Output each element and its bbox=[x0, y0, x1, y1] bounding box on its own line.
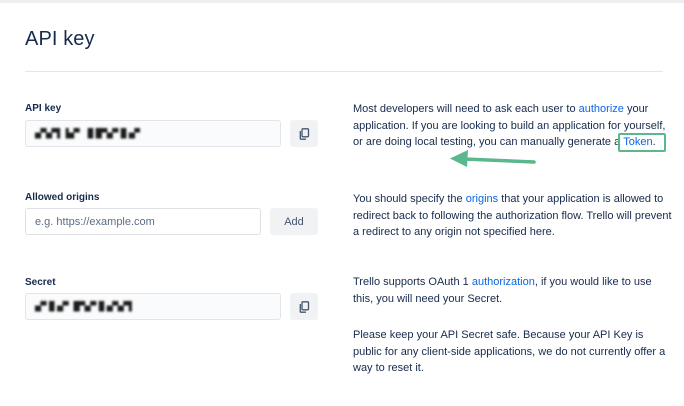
authorize-link[interactable]: authorize bbox=[579, 103, 624, 115]
allowed-origins-field[interactable] bbox=[25, 208, 261, 235]
api-key-label: API key bbox=[25, 103, 62, 114]
token-highlight: Token. bbox=[618, 133, 667, 152]
secret-field[interactable]: ▄▀▐▌▄▀ █▀▄▀▐▌▄▀▄▀▌ bbox=[25, 293, 281, 320]
token-link[interactable]: Token bbox=[623, 136, 652, 148]
copy-icon bbox=[299, 300, 309, 313]
secret-value: ▄▀▐▌▄▀ █▀▄▀▐▌▄▀▄▀▌ bbox=[35, 301, 135, 312]
arrow-icon bbox=[450, 150, 536, 167]
origins-link[interactable]: origins bbox=[466, 193, 498, 205]
copy-icon bbox=[299, 127, 309, 140]
api-key-description: Most developers will need to ask each us… bbox=[353, 101, 673, 152]
page-title: API key bbox=[25, 28, 95, 50]
api-key-value: ▄▀▄▀▌▐▄▀ ▐▌█▀▄▀▐▌▄▀ bbox=[35, 128, 140, 139]
secret-description: Trello supports OAuth 1 authorization, i… bbox=[353, 276, 652, 305]
origins-description: You should specify the origins that your… bbox=[353, 193, 672, 238]
copy-secret-button[interactable] bbox=[290, 293, 318, 320]
divider bbox=[25, 71, 663, 72]
top-border bbox=[0, 0, 684, 3]
add-origin-button[interactable]: Add bbox=[270, 208, 318, 235]
copy-api-key-button[interactable] bbox=[290, 120, 318, 147]
secret-label: Secret bbox=[25, 277, 56, 288]
allowed-origins-label: Allowed origins bbox=[25, 192, 100, 203]
authorization-link[interactable]: authorization bbox=[472, 276, 535, 288]
secret-safety-note: Please keep your API Secret safe. Becaus… bbox=[353, 329, 666, 374]
api-key-field[interactable]: ▄▀▄▀▌▐▄▀ ▐▌█▀▄▀▐▌▄▀ bbox=[25, 120, 281, 147]
origin-input[interactable] bbox=[35, 215, 251, 228]
